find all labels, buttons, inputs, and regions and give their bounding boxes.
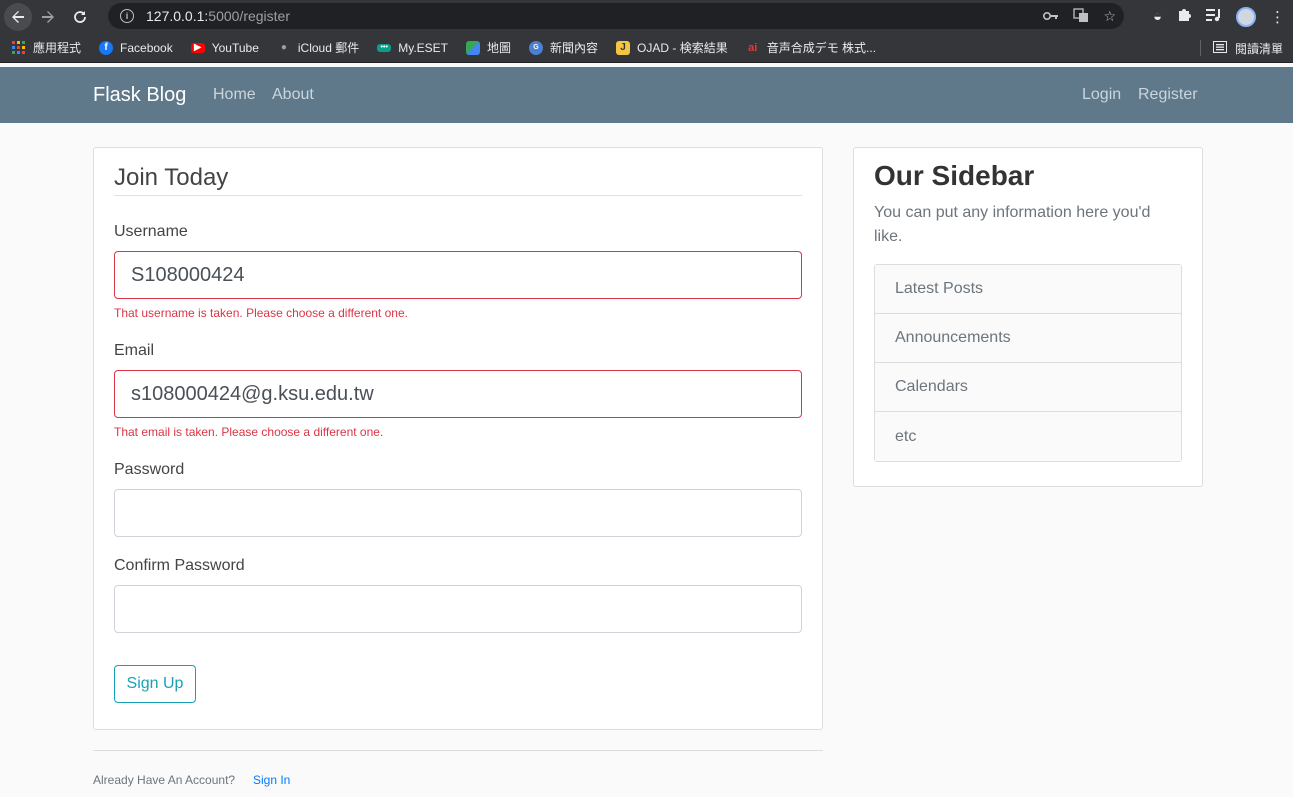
sidebar-item-announcements[interactable]: Announcements (875, 314, 1181, 363)
key-icon[interactable] (1043, 8, 1059, 24)
username-label: Username (114, 223, 188, 240)
bookmark-star-icon[interactable]: ☆ (1103, 8, 1116, 25)
bookmark-voice-demo[interactable]: ai 音声合成デモ 株式... (746, 39, 876, 56)
url-path: 5000/register (208, 8, 290, 24)
nav-login-link[interactable]: Login (1082, 86, 1121, 104)
divider (93, 750, 823, 751)
media-queue-icon[interactable] (1206, 8, 1222, 26)
address-bar[interactable]: i 127.0.0.1:5000/register ☆ (108, 3, 1124, 29)
extensions-puzzle-icon[interactable] (1176, 7, 1192, 27)
bookmark-label: OJAD - 検索結果 (637, 41, 728, 55)
sidebar-item-calendars[interactable]: Calendars (875, 363, 1181, 412)
profile-avatar[interactable] (1236, 6, 1256, 27)
maps-icon (466, 40, 481, 55)
apple-icon: ● (280, 42, 287, 53)
site-info-icon[interactable]: i (120, 9, 134, 23)
password-input[interactable] (114, 489, 802, 537)
bookmark-icloud[interactable]: ● iCloud 郵件 (277, 39, 359, 56)
site-navbar: Flask Blog Home About Login Register (0, 67, 1293, 123)
have-account-text: Already Have An Account? (93, 773, 236, 787)
username-error: That username is taken. Please choose a … (114, 306, 408, 320)
sidebar-item-etc[interactable]: etc (875, 412, 1181, 461)
bookmark-label: Facebook (120, 40, 173, 55)
brand-link[interactable]: Flask Blog (93, 84, 186, 107)
email-error: That email is taken. Please choose a dif… (114, 425, 384, 439)
apps-grid-icon (12, 40, 26, 55)
nav-register-link[interactable]: Register (1138, 86, 1198, 104)
eset-icon: ••• (377, 43, 392, 52)
bookmark-facebook[interactable]: f Facebook (99, 40, 173, 55)
bookmark-news[interactable]: G 新聞內容 (529, 39, 598, 56)
facebook-icon: f (99, 40, 114, 55)
sidebar-list: Latest Posts Announcements Calendars etc (874, 264, 1182, 462)
bookmarks-bar: 應用程式 f Facebook ▶ YouTube ● iCloud 郵件 ••… (0, 33, 1293, 63)
nav-about-link[interactable]: About (272, 86, 314, 104)
password-label: Password (114, 461, 185, 478)
bookmark-label: 音声合成デモ 株式... (766, 41, 877, 55)
menu-dots-icon[interactable]: ⋮ (1270, 8, 1285, 26)
bookmark-label: iCloud 郵件 (297, 41, 360, 55)
ojad-icon: J (616, 40, 631, 55)
reading-list-label: 閱讀清單 (1234, 41, 1283, 56)
reading-list-button[interactable]: 閱讀清單 (1212, 33, 1283, 63)
confirm-password-input[interactable] (114, 585, 802, 633)
bookmark-ojad[interactable]: J OJAD - 検索結果 (616, 39, 728, 56)
bookmark-label: My.ESET (398, 40, 449, 55)
sidebar-title: Our Sidebar (874, 160, 1035, 191)
forward-arrow-icon[interactable] (32, 1, 64, 33)
register-form-card: Join Today Username S108000424 That user… (93, 147, 823, 730)
news-icon: G (529, 40, 544, 55)
username-input[interactable]: S108000424 (114, 251, 802, 299)
youtube-icon: ▶ (190, 42, 205, 53)
bookmark-label: 應用程式 (33, 41, 82, 55)
bookmark-label: YouTube (211, 40, 259, 55)
bookmark-label: 新聞內容 (550, 41, 599, 55)
sidebar-text: You can put any information here you'd l… (874, 204, 1151, 245)
reading-list-icon (1212, 40, 1227, 56)
email-label: Email (114, 342, 155, 359)
extension-mask-icon[interactable]: ◒ (1153, 8, 1162, 25)
confirm-password-label: Confirm Password (114, 557, 245, 574)
email-input[interactable]: s108000424@g.ksu.edu.tw (114, 370, 802, 418)
browser-toolbar: i 127.0.0.1:5000/register ☆ ◒ ⋮ (0, 0, 1293, 33)
bookmarks-separator (1200, 40, 1201, 56)
voice-demo-icon: ai (748, 41, 758, 54)
sign-in-link[interactable]: Sign In (253, 773, 290, 787)
sign-up-button[interactable]: Sign Up (114, 665, 196, 703)
url-host: 127.0.0.1: (146, 8, 209, 24)
sidebar: Our Sidebar You can put any information … (853, 147, 1203, 487)
translate-icon[interactable] (1073, 7, 1089, 26)
bookmark-youtube[interactable]: ▶ YouTube (190, 40, 259, 55)
sidebar-item-latest-posts[interactable]: Latest Posts (875, 265, 1181, 314)
reload-icon[interactable] (64, 1, 96, 33)
bookmark-apps[interactable]: 應用程式 (12, 39, 81, 56)
bookmark-maps[interactable]: 地圖 (466, 39, 511, 56)
form-legend: Join Today (114, 164, 802, 196)
nav-home-link[interactable]: Home (213, 86, 256, 104)
back-arrow-icon[interactable] (4, 2, 32, 31)
url-text: 127.0.0.1:5000/register (146, 8, 290, 24)
bookmark-label: 地圖 (487, 41, 512, 55)
bookmark-eset[interactable]: ••• My.ESET (377, 41, 448, 55)
